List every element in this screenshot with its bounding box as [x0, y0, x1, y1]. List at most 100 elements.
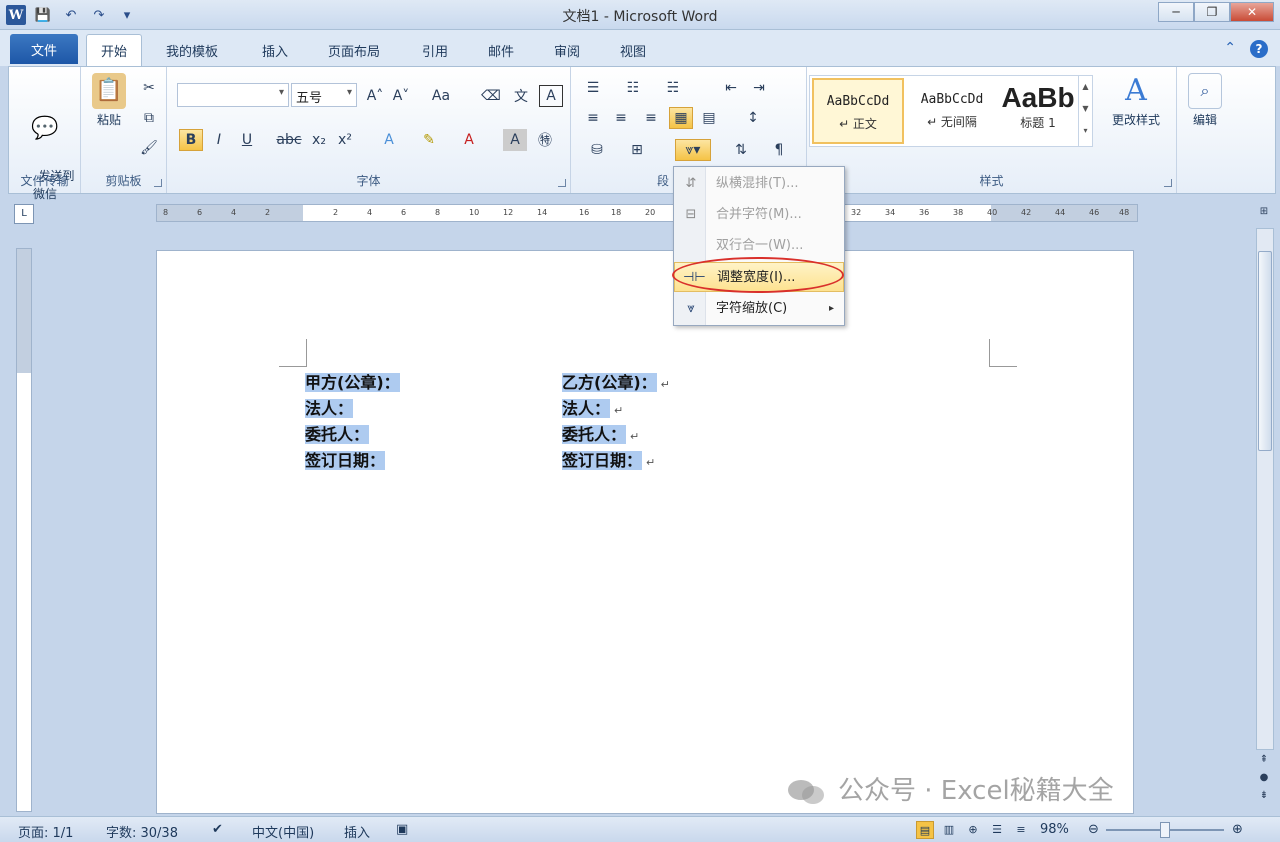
- increase-indent-icon[interactable]: ⇥: [747, 77, 771, 99]
- view-ruler-icon[interactable]: ⊞: [1256, 206, 1272, 222]
- format-painter-icon[interactable]: 🖌: [137, 137, 161, 159]
- menu-item-char-scaling[interactable]: ⩔ 字符缩放(C) ▸: [674, 294, 844, 324]
- menu-item-vertical-horizontal[interactable]: ⇵ 纵横混排(T)...: [674, 169, 844, 199]
- distributed-icon[interactable]: ▤: [697, 107, 721, 129]
- underline-button[interactable]: U: [235, 129, 259, 151]
- text-effects-icon[interactable]: A: [377, 129, 401, 151]
- doc-line-left-2[interactable]: 法人：: [305, 397, 354, 421]
- tab-view[interactable]: 视图: [620, 38, 646, 62]
- clear-format-icon[interactable]: ⌫: [479, 85, 503, 107]
- numbering-icon[interactable]: ☷: [621, 77, 645, 99]
- macro-record-icon[interactable]: ▣: [396, 822, 408, 837]
- restore-button[interactable]: ❐: [1194, 2, 1230, 22]
- style-normal[interactable]: AaBbCcDd ↵ 正文: [812, 78, 904, 144]
- decrease-indent-icon[interactable]: ⇤: [719, 77, 743, 99]
- vertical-ruler[interactable]: [16, 248, 32, 812]
- char-border-icon[interactable]: A: [539, 85, 563, 107]
- status-words[interactable]: 字数: 30/38: [106, 822, 178, 841]
- font-launcher-icon[interactable]: [558, 179, 566, 187]
- status-mode[interactable]: 插入: [344, 822, 370, 841]
- borders-icon[interactable]: ⊞: [625, 139, 649, 161]
- shrink-font-icon[interactable]: A˅: [389, 85, 413, 107]
- menu-item-combine-chars[interactable]: ⊟ 合并字符(M)...: [674, 200, 844, 230]
- enclose-char-icon[interactable]: ㊕: [533, 129, 557, 151]
- font-color-icon[interactable]: A: [457, 129, 481, 151]
- tab-file[interactable]: 文件: [10, 34, 78, 64]
- chinese-layout-icon[interactable]: ⩔▾: [675, 139, 711, 161]
- prev-page-icon[interactable]: ⇞: [1256, 754, 1272, 770]
- tab-page-layout[interactable]: 页面布局: [328, 38, 380, 62]
- shading-icon[interactable]: ⛁: [585, 139, 609, 161]
- send-to-wechat-button[interactable]: 💬 发送到 微信: [13, 75, 77, 221]
- superscript-button[interactable]: x²: [333, 129, 357, 151]
- doc-line-right-2[interactable]: 法人： ↵: [562, 397, 623, 421]
- proofing-icon[interactable]: ✔: [212, 822, 223, 837]
- phonetic-guide-icon[interactable]: 文: [509, 85, 533, 107]
- outline-view-icon[interactable]: ☰: [988, 821, 1006, 839]
- align-left-icon[interactable]: ≡: [581, 107, 605, 129]
- paste-button[interactable]: 📋 粘贴: [89, 73, 129, 129]
- minimize-button[interactable]: ─: [1158, 2, 1194, 22]
- bullets-icon[interactable]: ☰: [581, 77, 605, 99]
- styles-launcher-icon[interactable]: [1164, 179, 1172, 187]
- doc-line-left-3[interactable]: 委托人：: [305, 423, 370, 447]
- ribbon-tabs: 文件 开始 我的模板 插入 页面布局 引用 邮件 审阅 视图 ⌃ ?: [0, 30, 1280, 66]
- doc-line-left-4[interactable]: 签订日期：: [305, 449, 386, 473]
- next-page-icon[interactable]: ⇟: [1256, 790, 1272, 806]
- tab-review[interactable]: 审阅: [554, 38, 580, 62]
- multilevel-list-icon[interactable]: ☵: [661, 77, 685, 99]
- copy-icon[interactable]: ⧉: [137, 107, 161, 129]
- minimize-ribbon-icon[interactable]: ⌃: [1224, 40, 1236, 58]
- bold-button[interactable]: B: [179, 129, 203, 151]
- italic-button[interactable]: I: [207, 129, 231, 151]
- gallery-scroll[interactable]: ▲ ▼ ▾: [1078, 76, 1092, 146]
- close-button[interactable]: ✕: [1230, 2, 1274, 22]
- doc-line-right-4[interactable]: 签订日期： ↵: [562, 449, 655, 473]
- zoom-level[interactable]: 98%: [1040, 822, 1069, 837]
- tab-home[interactable]: 开始: [86, 34, 143, 66]
- tab-insert[interactable]: 插入: [262, 38, 288, 62]
- font-size-combo[interactable]: 五号: [291, 83, 357, 107]
- show-marks-icon[interactable]: ¶: [767, 139, 791, 161]
- line-spacing-icon[interactable]: ↕: [741, 107, 765, 129]
- clipboard-launcher-icon[interactable]: [154, 179, 162, 187]
- document-page[interactable]: 甲方(公章)： 法人： 委托人： 签订日期： 乙方(公章)： ↵ 法人： ↵ 委托人…: [156, 250, 1134, 814]
- change-case-icon[interactable]: Aa: [429, 85, 453, 107]
- subscript-button[interactable]: x₂: [307, 129, 331, 151]
- tab-references[interactable]: 引用: [422, 38, 448, 62]
- doc-line-right-1[interactable]: 乙方(公章)： ↵: [562, 371, 670, 395]
- zoom-slider-thumb[interactable]: [1160, 822, 1170, 838]
- vertical-scrollbar[interactable]: [1256, 228, 1274, 750]
- cut-icon[interactable]: ✂: [137, 77, 161, 99]
- font-name-combo[interactable]: [177, 83, 289, 107]
- sort-icon[interactable]: ⇅: [729, 139, 753, 161]
- style-no-spacing[interactable]: AaBbCcDd ↵ 无间隔: [906, 78, 998, 144]
- editing-button[interactable]: ⌕ 编辑: [1185, 73, 1225, 129]
- zoom-out-icon[interactable]: ⊖: [1088, 822, 1099, 837]
- justify-icon[interactable]: ▦: [669, 107, 693, 129]
- change-styles-button[interactable]: A 更改样式: [1101, 73, 1171, 129]
- tab-mailings[interactable]: 邮件: [488, 38, 514, 62]
- strikethrough-button[interactable]: abc: [276, 129, 301, 151]
- grow-font-icon[interactable]: A˄: [363, 85, 387, 107]
- highlight-icon[interactable]: ✎: [417, 129, 441, 151]
- status-page[interactable]: 页面: 1/1: [18, 822, 73, 841]
- help-icon[interactable]: ?: [1250, 40, 1268, 58]
- scrollbar-thumb[interactable]: [1258, 251, 1272, 451]
- char-shading-icon[interactable]: A: [503, 129, 527, 151]
- tab-selector[interactable]: L: [14, 204, 34, 224]
- horizontal-ruler[interactable]: 8 6 4 2 2 4 6 8 10 12 14 16 18 20 32 34 …: [156, 204, 1138, 222]
- web-layout-icon[interactable]: ⊕: [964, 821, 982, 839]
- draft-view-icon[interactable]: ≡: [1012, 821, 1030, 839]
- full-screen-reading-icon[interactable]: ▥: [940, 821, 958, 839]
- doc-line-right-3[interactable]: 委托人： ↵: [562, 423, 639, 447]
- align-center-icon[interactable]: ≡: [609, 107, 633, 129]
- browse-object-icon[interactable]: ●: [1256, 772, 1272, 788]
- status-language[interactable]: 中文(中国): [252, 822, 314, 841]
- print-layout-view-icon[interactable]: ▤: [916, 821, 934, 839]
- tab-my-templates[interactable]: 我的模板: [166, 38, 218, 62]
- style-heading-1[interactable]: AaBb 标题 1: [996, 78, 1080, 144]
- zoom-in-icon[interactable]: ⊕: [1232, 822, 1243, 837]
- align-right-icon[interactable]: ≡: [639, 107, 663, 129]
- doc-line-left-1[interactable]: 甲方(公章)：: [305, 371, 400, 395]
